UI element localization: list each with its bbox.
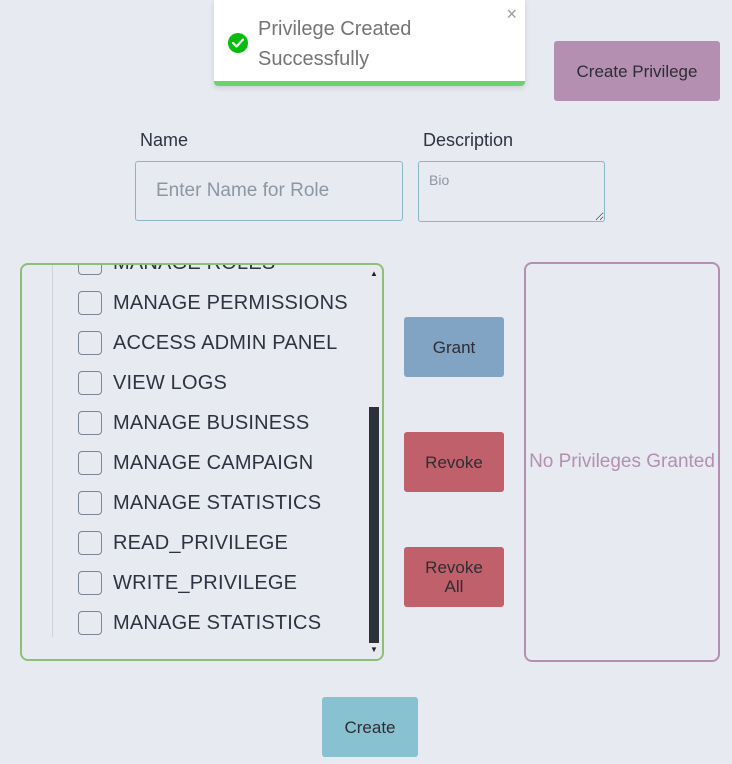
list-item[interactable]: MANAGE STATISTICS [22, 603, 362, 643]
privilege-label: ACCESS ADMIN PANEL [113, 331, 338, 354]
revoke-all-label: Revoke All [425, 558, 483, 596]
close-icon[interactable]: × [506, 4, 517, 25]
scroll-down-icon[interactable]: ▼ [368, 643, 380, 657]
list-item[interactable]: MANAGE STATISTICS [22, 483, 362, 523]
create-button[interactable]: Create [322, 697, 418, 757]
list-item[interactable]: MANAGE PERMISSIONS [22, 283, 362, 323]
checkbox[interactable] [78, 571, 102, 595]
revoke-all-line2: All [444, 577, 464, 596]
privilege-label: MANAGE CAMPAIGN [113, 451, 314, 474]
toast-message-line2: Successfully [258, 48, 370, 70]
checkbox[interactable] [78, 265, 102, 275]
list-item[interactable]: WRITE_PRIVILEGE [22, 563, 362, 603]
list-item[interactable]: VIEW LOGS [22, 363, 362, 403]
success-toast: Privilege Created Successfully × [214, 0, 525, 86]
checkbox[interactable] [78, 371, 102, 395]
scrollbar-thumb[interactable] [369, 407, 379, 643]
privilege-label: MANAGE PERMISSIONS [113, 291, 348, 314]
name-label: Name [140, 130, 189, 150]
list-item[interactable]: MANAGE CAMPAIGN [22, 443, 362, 483]
list-scrollbar[interactable]: ▲ ▼ [368, 265, 380, 659]
checkbox[interactable] [78, 411, 102, 435]
role-name-input[interactable] [135, 161, 403, 221]
revoke-all-button[interactable]: Revoke All [404, 547, 504, 607]
privilege-label: MANAGE STATISTICS [113, 611, 322, 634]
checkbox[interactable] [78, 611, 102, 635]
privilege-label: VIEW LOGS [113, 371, 228, 394]
privilege-label: MANAGE ROLES [113, 265, 275, 275]
checkbox[interactable] [78, 291, 102, 315]
list-item[interactable]: ACCESS ADMIN PANEL [22, 323, 362, 363]
grant-button[interactable]: Grant [404, 317, 504, 377]
granted-privileges-list: No Privileges Granted [524, 262, 720, 662]
list-item[interactable]: READ_PRIVILEGE [22, 523, 362, 563]
create-privilege-button[interactable]: Create Privilege [554, 41, 720, 101]
description-label: Description [423, 130, 514, 150]
privilege-items: MANAGE ROLES MANAGE PERMISSIONS ACCESS ADM… [22, 265, 362, 643]
privilege-label: MANAGE STATISTICS [113, 491, 322, 514]
checkbox[interactable] [78, 491, 102, 515]
revoke-all-line1: Revoke [425, 558, 483, 577]
privilege-label: MANAGE BUSINESS [113, 411, 310, 434]
toast-message-line1: Privilege Created [258, 18, 412, 40]
privilege-label: READ_PRIVILEGE [113, 531, 289, 554]
list-item[interactable]: MANAGE BUSINESS [22, 403, 362, 443]
toast-progress-fill [214, 81, 525, 86]
empty-state-text: No Privileges Granted [529, 451, 715, 472]
privilege-list[interactable]: MANAGE ROLES MANAGE PERMISSIONS ACCESS ADM… [20, 263, 384, 661]
list-item[interactable]: MANAGE ROLES [22, 265, 362, 283]
checkbox[interactable] [78, 531, 102, 555]
description-textarea[interactable] [418, 161, 605, 222]
privilege-label: WRITE_PRIVILEGE [113, 571, 298, 594]
checkbox[interactable] [78, 451, 102, 475]
scroll-up-icon[interactable]: ▲ [368, 267, 380, 281]
check-circle-icon [228, 33, 248, 53]
revoke-button[interactable]: Revoke [404, 432, 504, 492]
toast-progress-bar [214, 81, 525, 86]
toast-message: Privilege Created Successfully [258, 14, 478, 74]
checkbox[interactable] [78, 331, 102, 355]
